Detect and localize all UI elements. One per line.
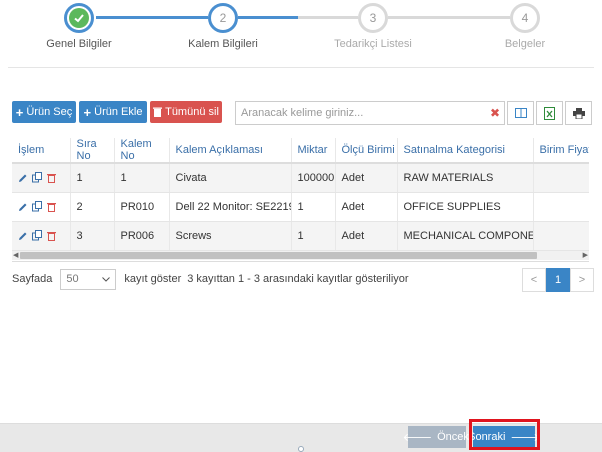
wizard-step-label: Kalem Bilgileri — [188, 38, 258, 50]
column-header[interactable]: Miktar — [291, 138, 336, 164]
cell-miktar: 100000 — [291, 163, 336, 193]
row-actions — [12, 221, 71, 251]
delete-all-button[interactable]: Tümünü sil — [150, 101, 222, 123]
column-header[interactable]: İşlem — [12, 138, 71, 164]
wizard-remaining-line — [298, 16, 358, 19]
next-button-highlight — [469, 419, 540, 450]
excel-icon — [544, 106, 555, 120]
cell-olcu-birimi: Adet — [335, 221, 398, 251]
chevron-down-icon — [102, 276, 111, 282]
select-product-button[interactable]: + Ürün Seç — [12, 101, 76, 123]
cell-kategori: MECHANICAL COMPONENTS — [397, 221, 534, 251]
cell-kalem-no: PR006 — [114, 221, 170, 251]
trash-icon — [153, 107, 163, 117]
table-header-row: İşlem Sıra No Kalem No Kalem Açıklaması … — [12, 138, 589, 164]
wizard-progress-line — [238, 16, 298, 19]
cell-birim-fiyat — [533, 192, 589, 222]
columns-icon — [514, 108, 527, 118]
column-header[interactable]: Satınalma Kategorisi — [397, 138, 534, 164]
plus-icon: + — [83, 104, 92, 120]
page-size-select[interactable]: 50 — [60, 268, 117, 290]
check-icon — [69, 8, 89, 28]
cell-sira-no: 2 — [70, 192, 115, 222]
wizard-step-label: Belgeler — [504, 38, 546, 50]
divider — [8, 67, 594, 68]
row-actions — [12, 163, 71, 193]
table-row: 3 PR006 Screws 1 Adet MECHANICAL COMPONE… — [12, 221, 589, 251]
edit-icon[interactable] — [18, 173, 28, 183]
cell-aciklama: Civata — [169, 163, 292, 193]
cell-kategori: RAW MATERIALS — [397, 163, 534, 193]
page-size-label: Sayfada — [12, 273, 53, 285]
horizontal-scrollbar[interactable]: ◀ ▶ — [12, 251, 589, 260]
scroll-left-icon[interactable]: ◀ — [13, 251, 18, 260]
excel-export-button[interactable] — [536, 101, 563, 125]
copy-icon[interactable] — [32, 230, 43, 241]
cell-miktar: 1 — [291, 192, 336, 222]
wizard-step-3[interactable]: 3 — [358, 3, 388, 33]
cell-birim-fiyat — [533, 163, 589, 193]
arrow-left-icon: 🡐 — [402, 432, 433, 444]
plus-icon: + — [15, 104, 24, 120]
row-actions — [12, 192, 71, 222]
cell-sira-no: 1 — [70, 163, 115, 193]
wizard-progress-line — [96, 16, 208, 19]
delete-icon[interactable] — [47, 202, 56, 212]
column-header[interactable]: Birim Fiyat — [533, 138, 589, 164]
copy-icon[interactable] — [32, 201, 43, 212]
search-input[interactable] — [236, 102, 486, 124]
add-product-button[interactable]: + Ürün Ekle — [79, 101, 147, 123]
column-header[interactable]: Ölçü Birimi — [335, 138, 398, 164]
cell-birim-fiyat — [533, 221, 589, 251]
cell-kategori: OFFICE SUPPLIES — [397, 192, 534, 222]
cell-olcu-birimi: Adet — [335, 163, 398, 193]
wizard-step-1[interactable] — [64, 3, 94, 33]
print-button[interactable] — [565, 101, 592, 125]
cell-miktar: 1 — [291, 221, 336, 251]
wizard-step-4[interactable]: 4 — [510, 3, 540, 33]
column-header[interactable]: Sıra No — [70, 138, 115, 164]
clear-search-icon[interactable]: ✖ — [490, 106, 500, 120]
delete-icon[interactable] — [47, 231, 56, 241]
cell-kalem-no: PR010 — [114, 192, 170, 222]
pagination-info: Sayfada 50 kayıt göster 3 kayıttan 1 - 3… — [12, 268, 409, 290]
previous-page-button[interactable]: < — [522, 268, 546, 292]
wizard-step-label: Genel Bilgiler — [46, 38, 112, 50]
table-row: 1 1 Civata 100000 Adet RAW MATERIALS — [12, 163, 589, 193]
items-table: İşlem Sıra No Kalem No Kalem Açıklaması … — [12, 138, 589, 262]
wizard-steps: 2 3 4 Genel Bilgiler Kalem Bilgileri Ted… — [0, 0, 602, 62]
cell-kalem-no: 1 — [114, 163, 170, 193]
edit-icon[interactable] — [18, 202, 28, 212]
previous-step-button[interactable]: 🡐 Önceki — [403, 426, 471, 448]
edit-icon[interactable] — [18, 231, 28, 241]
copy-icon[interactable] — [32, 172, 43, 183]
search-box: ✖ — [235, 101, 505, 125]
columns-button[interactable] — [507, 101, 534, 125]
wizard-step-label: Tedarikçi Listesi — [334, 38, 412, 50]
scroll-right-icon[interactable]: ▶ — [583, 251, 588, 260]
next-page-button[interactable]: > — [570, 268, 594, 292]
cell-aciklama: Dell 22 Monitor: SE2219H — [169, 192, 292, 222]
cell-sira-no: 3 — [70, 221, 115, 251]
table-row: 2 PR010 Dell 22 Monitor: SE2219H 1 Adet … — [12, 192, 589, 222]
cell-aciklama: Screws — [169, 221, 292, 251]
current-page-button[interactable]: 1 — [546, 268, 570, 292]
column-header[interactable]: Kalem Açıklaması — [169, 138, 292, 164]
records-summary: 3 kayıttan 1 - 3 arasındaki kayıtlar gös… — [187, 273, 409, 285]
footer-indicator — [298, 446, 304, 452]
delete-icon[interactable] — [47, 173, 56, 183]
column-header[interactable]: Kalem No — [114, 138, 170, 164]
scrollbar-thumb[interactable] — [20, 252, 537, 259]
cell-olcu-birimi: Adet — [335, 192, 398, 222]
wizard-remaining-line — [388, 16, 510, 19]
wizard-step-2[interactable]: 2 — [208, 3, 238, 33]
show-records-label: kayıt göster — [124, 273, 182, 285]
printer-icon — [572, 107, 585, 119]
